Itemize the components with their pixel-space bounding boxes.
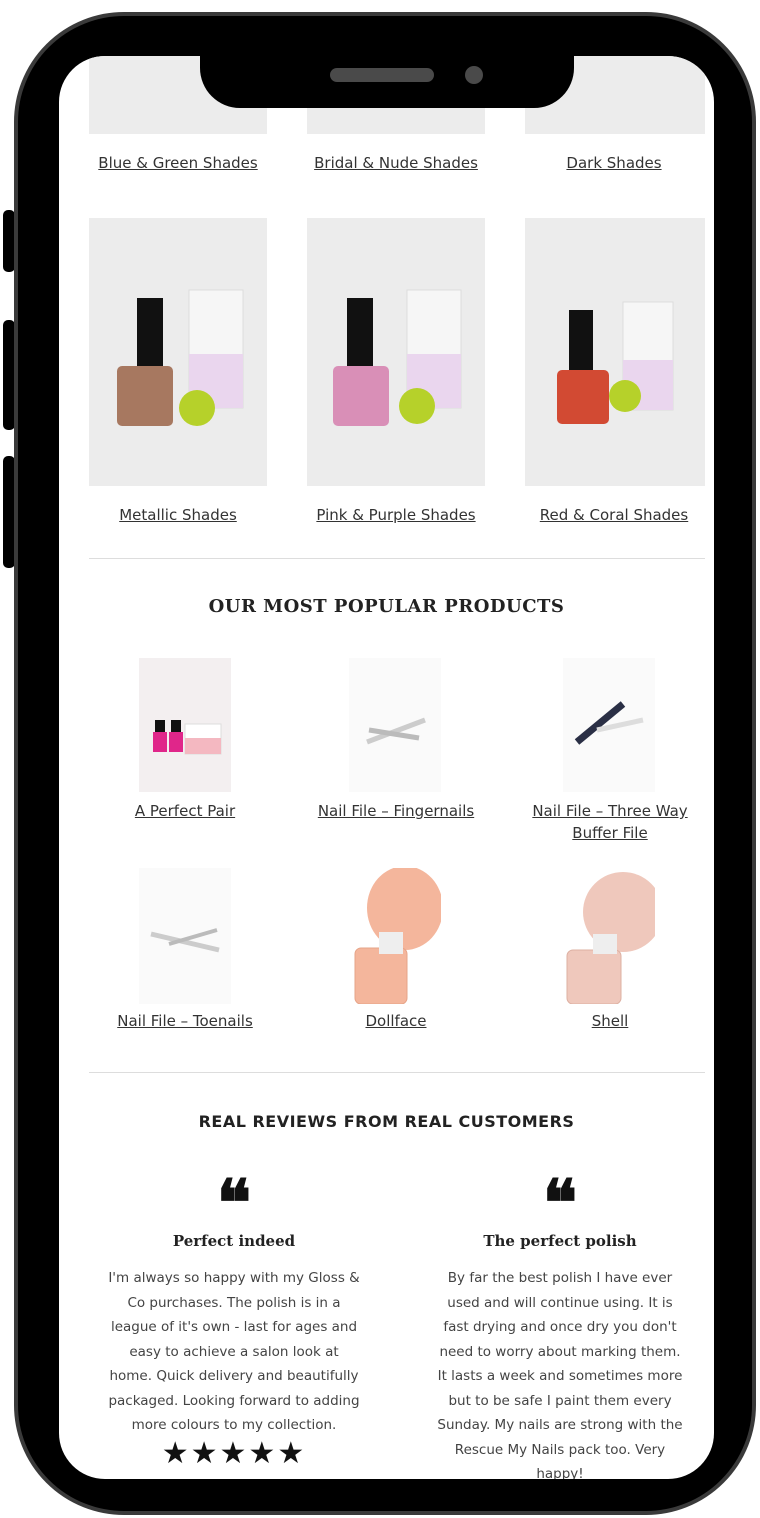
polish-bottle-illustration (117, 289, 244, 426)
category-image-red-coral[interactable] (525, 218, 705, 486)
product-image-nail-file-three-way[interactable] (563, 658, 655, 792)
product-image-nail-file-fingernails[interactable] (349, 658, 441, 792)
pink-polish (333, 366, 389, 426)
product-image-art (150, 928, 220, 953)
product-link-nail-file-three-way[interactable]: Nail File – Three Way (507, 802, 713, 820)
product-image-art (366, 717, 426, 745)
quote-mark-icon: ❝ (216, 1166, 252, 1241)
product-image-art (566, 872, 655, 1004)
section-divider (89, 1072, 705, 1073)
category-link-bridal-nude[interactable]: Bridal & Nude Shades (297, 154, 495, 172)
red-polish (557, 370, 609, 424)
review-text: I'm always so happy with my Gloss & Co p… (108, 1270, 360, 1433)
product-link-nail-file-three-way-line2[interactable]: Buffer File (507, 824, 713, 842)
category-link-blue-green[interactable]: Blue & Green Shades (79, 154, 277, 172)
product-link-nail-file-fingernails[interactable]: Nail File – Fingernails (293, 802, 499, 820)
metallic-polish (117, 366, 173, 426)
rating-stars: ★★★★★ (161, 1436, 307, 1471)
screen: Blue & Green Shades Bridal & Nude Shades… (59, 56, 714, 1479)
speaker-icon (330, 68, 434, 82)
polish-bottle-illustration (557, 301, 674, 424)
product-link-nail-file-toenails[interactable]: Nail File – Toenails (79, 1012, 291, 1030)
product-link-a-perfect-pair[interactable]: A Perfect Pair (79, 802, 291, 820)
product-image-dollface[interactable] (349, 868, 441, 1004)
product-image-nail-file-toenails[interactable] (139, 868, 231, 1004)
product-image-art (354, 868, 441, 1004)
review-text: By far the best polish I have ever used … (437, 1270, 683, 1479)
category-link-pink-purple[interactable]: Pink & Purple Shades (297, 506, 495, 524)
product-link-shell[interactable]: Shell (507, 1012, 713, 1030)
popular-products-heading: OUR MOST POPULAR PRODUCTS (208, 596, 565, 617)
category-image-pink-purple[interactable] (307, 218, 485, 486)
review-title: The perfect polish (483, 1232, 637, 1250)
product-image-art (153, 720, 222, 755)
category-link-dark[interactable]: Dark Shades (515, 154, 713, 172)
polish-bottle-illustration (333, 289, 462, 426)
reviews-heading: REAL REVIEWS FROM REAL CUSTOMERS (198, 1112, 575, 1131)
phone-notch (200, 56, 574, 108)
product-image-shell[interactable] (563, 868, 655, 1004)
camera-icon (465, 66, 483, 84)
review-title: Perfect indeed (172, 1232, 296, 1250)
product-image-art (574, 701, 644, 745)
quote-mark-icon: ❝ (542, 1166, 578, 1241)
product-image-a-perfect-pair[interactable] (139, 658, 231, 792)
category-link-red-coral[interactable]: Red & Coral Shades (515, 506, 713, 524)
category-link-metallic[interactable]: Metallic Shades (79, 506, 277, 524)
section-divider (89, 558, 705, 559)
category-image-metallic[interactable] (89, 218, 267, 486)
product-link-dollface[interactable]: Dollface (293, 1012, 499, 1030)
